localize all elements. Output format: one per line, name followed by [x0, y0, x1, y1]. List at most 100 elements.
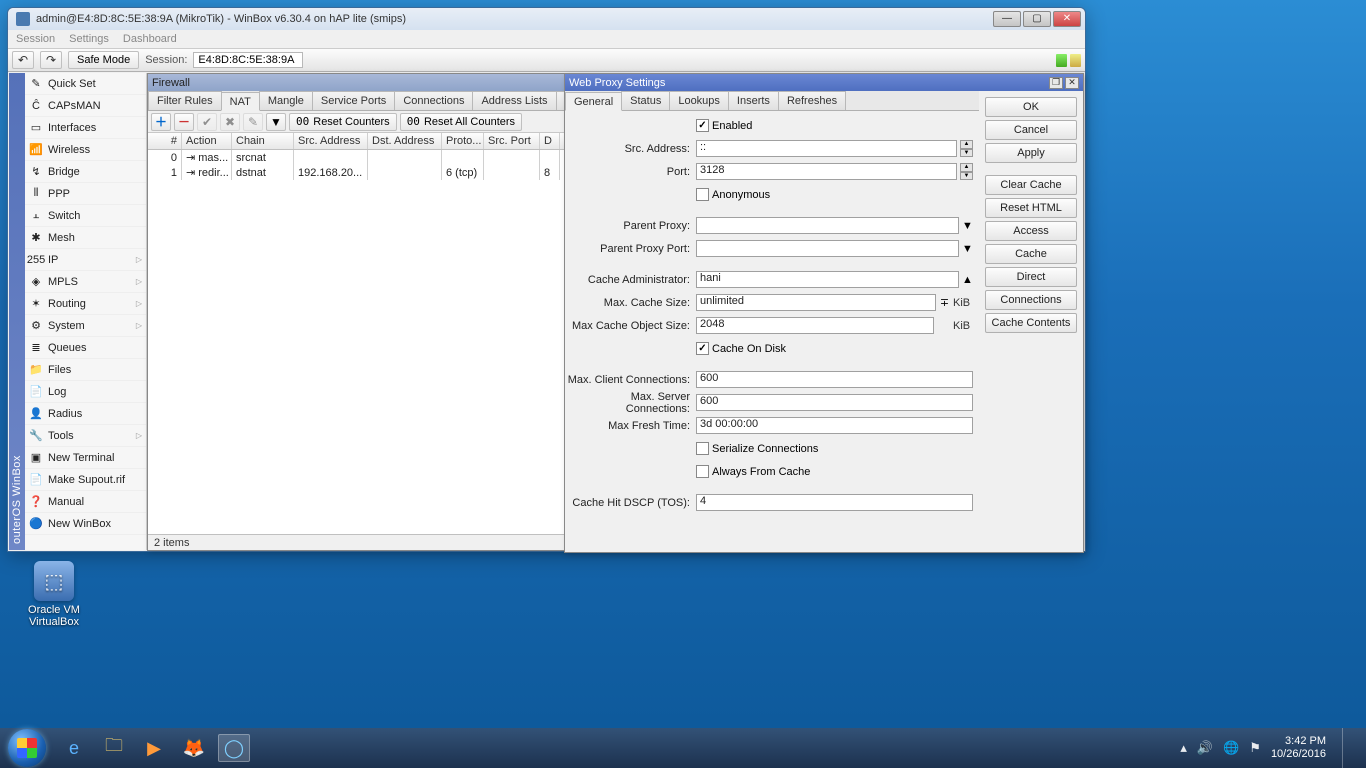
tray-show-hidden-icon[interactable]: ▴ [1180, 740, 1187, 756]
dscp-input[interactable]: 4 [696, 494, 973, 511]
max-cache-size-dropdown[interactable]: ∓ [939, 296, 950, 309]
max-cache-size-input[interactable]: unlimited [696, 294, 936, 311]
menu-session[interactable]: Session [16, 33, 55, 45]
firewall-tab-mangle[interactable]: Mangle [259, 91, 313, 110]
col-dst-address[interactable]: Dst. Address [368, 133, 442, 149]
taskbar-firefox-icon[interactable]: 🦊 [178, 734, 210, 762]
proxy-apply-button[interactable]: Apply [985, 143, 1077, 163]
col-chain[interactable]: Chain [232, 133, 294, 149]
cache-disk-checkbox[interactable]: ✓ [696, 342, 709, 355]
src-address-input[interactable]: :: [696, 140, 957, 157]
firewall-tab-service-ports[interactable]: Service Ports [312, 91, 395, 110]
reset-all-counters-button[interactable]: 00Reset All Counters [400, 113, 522, 131]
max-client-input[interactable]: 600 [696, 371, 973, 388]
reset-counters-button[interactable]: 00Reset Counters [289, 113, 397, 131]
enable-button[interactable]: ✔ [197, 113, 217, 131]
sidebar-item-new-terminal[interactable]: ▣New Terminal [25, 447, 146, 469]
desktop-icon-virtualbox[interactable]: ⬚ Oracle VM VirtualBox [18, 561, 90, 628]
show-desktop-button[interactable] [1342, 728, 1352, 768]
sidebar-item-new-winbox[interactable]: 🔵New WinBox [25, 513, 146, 535]
serialize-checkbox[interactable] [696, 442, 709, 455]
tray-network-icon[interactable]: 🌐 [1223, 740, 1239, 756]
sidebar-item-ppp[interactable]: ⫴PPP [25, 183, 146, 205]
remove-button[interactable]: － [174, 113, 194, 131]
sidebar-item-switch[interactable]: ⫠Switch [25, 205, 146, 227]
col-src-port[interactable]: Src. Port [484, 133, 540, 149]
max-server-input[interactable]: 600 [696, 394, 973, 411]
sidebar-item-system[interactable]: ⚙System▷ [25, 315, 146, 337]
start-button[interactable] [8, 729, 46, 767]
firewall-tab-address-lists[interactable]: Address Lists [472, 91, 556, 110]
tray-clock[interactable]: 3:42 PM 10/26/2016 [1271, 735, 1326, 761]
sidebar-item-routing[interactable]: ✶Routing▷ [25, 293, 146, 315]
proxy-tab-status[interactable]: Status [621, 91, 670, 110]
safe-mode-button[interactable]: Safe Mode [68, 51, 139, 69]
sidebar-item-bridge[interactable]: ↯Bridge [25, 161, 146, 183]
cache-admin-collapse[interactable]: ▲ [962, 274, 973, 286]
firewall-tab-connections[interactable]: Connections [394, 91, 473, 110]
disable-button[interactable]: ✖ [220, 113, 240, 131]
proxy-reset-html-button[interactable]: Reset HTML [985, 198, 1077, 218]
sidebar-item-make-supout-rif[interactable]: 📄Make Supout.rif [25, 469, 146, 491]
sidebar-item-capsman[interactable]: ĈCAPsMAN [25, 95, 146, 117]
sidebar-item-radius[interactable]: 👤Radius [25, 403, 146, 425]
close-button[interactable]: ✕ [1053, 11, 1081, 27]
sidebar-item-log[interactable]: 📄Log [25, 381, 146, 403]
taskbar-winbox-icon[interactable]: ◯ [218, 734, 250, 762]
col-src-address[interactable]: Src. Address [294, 133, 368, 149]
sidebar-item-interfaces[interactable]: ▭Interfaces [25, 117, 146, 139]
proxy-clear-cache-button[interactable]: Clear Cache [985, 175, 1077, 195]
parent-proxy-port-input[interactable] [696, 240, 959, 257]
proxy-cancel-button[interactable]: Cancel [985, 120, 1077, 140]
cache-admin-input[interactable]: hani [696, 271, 959, 288]
maximize-button[interactable]: ▢ [1023, 11, 1051, 27]
proxy-connections-button[interactable]: Connections [985, 290, 1077, 310]
src-address-spin[interactable]: ▲▼ [960, 140, 973, 157]
firewall-tab-filter-rules[interactable]: Filter Rules [148, 91, 222, 110]
proxy-close-button[interactable]: ✕ [1065, 77, 1079, 89]
proxy-ok-button[interactable]: OK [985, 97, 1077, 117]
sidebar-item-wireless[interactable]: 📶Wireless [25, 139, 146, 161]
add-button[interactable]: ＋ [151, 113, 171, 131]
max-cache-obj-input[interactable]: 2048 [696, 317, 934, 334]
always-cache-checkbox[interactable] [696, 465, 709, 478]
sidebar-item-queues[interactable]: ≣Queues [25, 337, 146, 359]
tray-volume-icon[interactable]: 🔊 [1197, 740, 1213, 756]
parent-proxy-input[interactable] [696, 217, 959, 234]
max-fresh-input[interactable]: 3d 00:00:00 [696, 417, 973, 434]
sidebar-item-manual[interactable]: ❓Manual [25, 491, 146, 513]
firewall-tab-nat[interactable]: NAT [221, 92, 260, 111]
sidebar-item-mesh[interactable]: ✱Mesh [25, 227, 146, 249]
sidebar-item-ip[interactable]: 255IP▷ [25, 249, 146, 271]
proxy-tab-refreshes[interactable]: Refreshes [778, 91, 846, 110]
proxy-access-button[interactable]: Access [985, 221, 1077, 241]
proxy-tab-lookups[interactable]: Lookups [669, 91, 729, 110]
comment-button[interactable]: ✎ [243, 113, 263, 131]
proxy-restore-button[interactable]: ❐ [1049, 77, 1063, 89]
parent-proxy-dropdown[interactable]: ▼ [962, 220, 973, 232]
menu-dashboard[interactable]: Dashboard [123, 33, 177, 45]
sidebar-item-files[interactable]: 📁Files [25, 359, 146, 381]
proxy-tab-inserts[interactable]: Inserts [728, 91, 779, 110]
col-dst-port[interactable]: D [540, 133, 560, 149]
proxy-titlebar[interactable]: Web Proxy Settings ❐ ✕ [565, 74, 1083, 91]
anonymous-checkbox[interactable] [696, 188, 709, 201]
proxy-direct-button[interactable]: Direct [985, 267, 1077, 287]
enabled-checkbox[interactable]: ✓ [696, 119, 709, 132]
undo-button[interactable]: ↶ [12, 51, 34, 69]
filter-button[interactable]: ▼ [266, 113, 286, 131]
col-proto[interactable]: Proto... [442, 133, 484, 149]
port-spin[interactable]: ▲▼ [960, 163, 973, 180]
menu-settings[interactable]: Settings [69, 33, 109, 45]
taskbar-media-icon[interactable]: ▶ [138, 734, 170, 762]
sidebar-item-quick-set[interactable]: ✎Quick Set [25, 73, 146, 95]
redo-button[interactable]: ↷ [40, 51, 62, 69]
col-num[interactable]: # [148, 133, 182, 149]
minimize-button[interactable]: — [993, 11, 1021, 27]
sidebar-item-tools[interactable]: 🔧Tools▷ [25, 425, 146, 447]
titlebar[interactable]: admin@E4:8D:8C:5E:38:9A (MikroTik) - Win… [8, 8, 1085, 30]
port-input[interactable]: 3128 [696, 163, 957, 180]
taskbar-explorer-icon[interactable]: 🗀 [98, 734, 130, 762]
proxy-cache-button[interactable]: Cache [985, 244, 1077, 264]
col-action[interactable]: Action [182, 133, 232, 149]
